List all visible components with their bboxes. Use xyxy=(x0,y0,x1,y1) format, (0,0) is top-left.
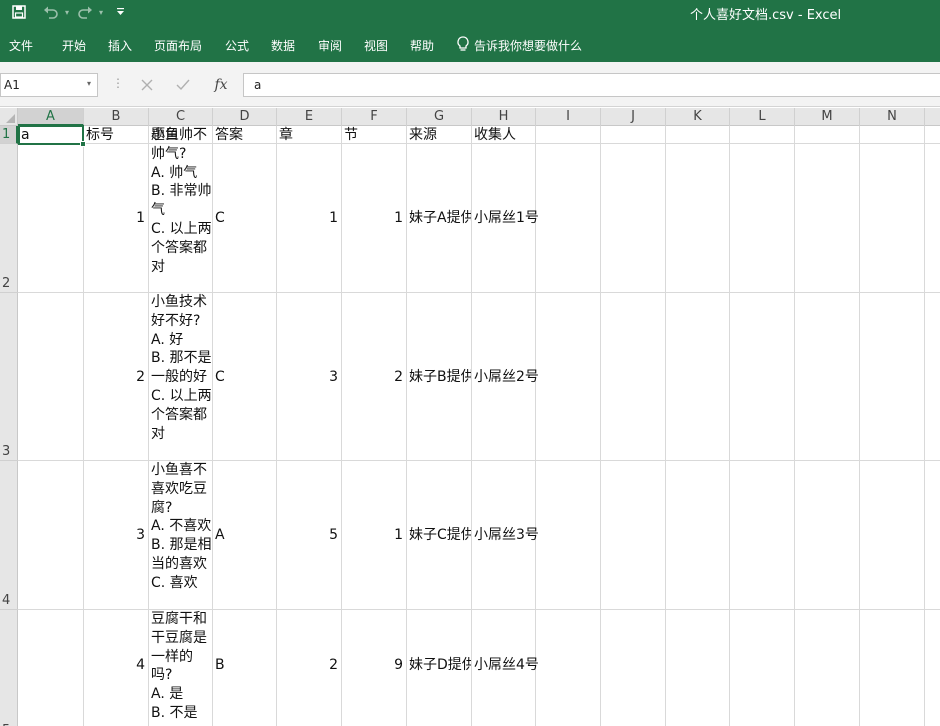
column-header-j[interactable]: J xyxy=(601,108,666,126)
cell-c3[interactable]: 小鱼技术好不好? A. 好 B. 那不是一般的好 C. 以上两个答案都对 xyxy=(148,293,212,460)
cell-grid[interactable]: a 标号 题目 答案 章 节 来源 收集人 1 小鱼帅不帅气? A. 帅气 B. 非… xyxy=(18,126,940,726)
column-header-a[interactable]: A xyxy=(18,108,84,126)
cell-d3[interactable]: C xyxy=(212,368,276,388)
cell-d5[interactable]: B xyxy=(212,656,276,676)
tab-view[interactable]: 视图 xyxy=(364,37,388,54)
cell-g2[interactable]: 妹子A提供 xyxy=(406,209,471,229)
tell-me-search[interactable]: 告诉我你想要做什么 xyxy=(474,37,582,54)
tab-file[interactable]: 文件 xyxy=(9,37,33,54)
tab-help[interactable]: 帮助 xyxy=(410,37,434,54)
tab-home[interactable]: 开始 xyxy=(62,37,86,54)
cell-g1[interactable]: 来源 xyxy=(406,126,471,143)
cell-f4[interactable]: 1 xyxy=(341,526,406,546)
cell-e4[interactable]: 5 xyxy=(276,526,341,546)
formula-input[interactable]: a xyxy=(243,73,940,97)
cancel-icon[interactable] xyxy=(136,74,158,96)
check-icon[interactable] xyxy=(172,74,194,96)
cell-e5[interactable]: 2 xyxy=(276,656,341,676)
cell-h1[interactable]: 收集人 xyxy=(471,126,535,143)
lightbulb-icon[interactable] xyxy=(456,36,470,52)
column-header-l[interactable]: L xyxy=(730,108,795,126)
save-icon[interactable] xyxy=(10,3,28,21)
cell-d4[interactable]: A xyxy=(212,526,276,546)
cell-f5[interactable]: 9 xyxy=(341,656,406,676)
row-header-4[interactable]: 4 xyxy=(0,461,18,610)
column-header-d[interactable]: D xyxy=(213,108,277,126)
column-header-g[interactable]: G xyxy=(407,108,472,126)
tab-insert[interactable]: 插入 xyxy=(108,37,132,54)
row-header-1[interactable]: 1 xyxy=(0,126,18,144)
redo-dropdown-icon[interactable]: ▾ xyxy=(96,3,106,21)
column-header-c[interactable]: C xyxy=(149,108,213,126)
name-box[interactable]: A1 xyxy=(0,73,98,97)
undo-dropdown-icon[interactable]: ▾ xyxy=(62,3,72,21)
cell-h3[interactable]: 小屌丝2号 xyxy=(471,368,571,388)
cell-h4[interactable]: 小屌丝3号 xyxy=(471,526,571,546)
cell-e3[interactable]: 3 xyxy=(276,368,341,388)
cell-b1[interactable]: 标号 xyxy=(83,126,148,143)
cell-g5[interactable]: 妹子D提供 xyxy=(406,656,471,676)
cell-f3[interactable]: 2 xyxy=(341,368,406,388)
column-header-e[interactable]: E xyxy=(277,108,342,126)
undo-icon[interactable] xyxy=(42,3,60,21)
cell-b3[interactable]: 2 xyxy=(83,368,148,388)
redo-icon[interactable] xyxy=(76,3,94,21)
cell-g3[interactable]: 妹子B提供 xyxy=(406,368,471,388)
column-headers: A B C D E F G H I J K L M N xyxy=(18,108,940,126)
row-headers: 1 2 3 4 5 xyxy=(0,126,18,726)
cell-h2[interactable]: 小屌丝1号 xyxy=(471,209,571,229)
customize-qat-icon[interactable] xyxy=(114,3,126,21)
tab-data[interactable]: 数据 xyxy=(271,37,295,54)
window-title: 个人喜好文档.csv - Excel xyxy=(690,8,842,23)
column-header-m[interactable]: M xyxy=(795,108,860,126)
column-header-k[interactable]: K xyxy=(666,108,730,126)
select-all-button[interactable] xyxy=(0,108,18,126)
cell-f1[interactable]: 节 xyxy=(341,126,406,143)
row-header-5[interactable]: 5 xyxy=(0,610,18,726)
worksheet: A B C D E F G H I J K L M N 1 2 3 4 5 xyxy=(0,108,940,726)
column-header-f[interactable]: F xyxy=(342,108,407,126)
cell-g4[interactable]: 妹子C提供 xyxy=(406,526,471,546)
ribbon-tabs: 文件 开始 插入 页面布局 公式 数据 审阅 视图 帮助 告诉我你想要做什么 xyxy=(0,24,940,62)
name-box-dropdown-icon[interactable]: ▾ xyxy=(87,79,95,89)
column-header-h[interactable]: H xyxy=(472,108,536,126)
insert-function-icon[interactable]: fx xyxy=(210,74,232,96)
cell-b2[interactable]: 1 xyxy=(83,209,148,229)
tab-formulas[interactable]: 公式 xyxy=(225,37,249,54)
column-header-b[interactable]: B xyxy=(84,108,149,126)
cell-e1[interactable]: 章 xyxy=(276,126,341,143)
tab-page-layout[interactable]: 页面布局 xyxy=(154,37,202,54)
fill-handle[interactable] xyxy=(80,141,86,147)
cell-c2[interactable]: 小鱼帅不帅气? A. 帅气 B. 非常帅气 C. 以上两个答案都对 xyxy=(148,126,212,292)
column-header-n[interactable]: N xyxy=(860,108,925,126)
cell-h5[interactable]: 小屌丝4号 xyxy=(471,656,571,676)
title-bar: ▾ ▾ 个人喜好文档.csv - Excel xyxy=(0,0,940,24)
cell-c5[interactable]: 豆腐干和干豆腐是一样的吗? A. 是 B. 不是 xyxy=(148,610,212,726)
row-header-3[interactable]: 3 xyxy=(0,293,18,461)
formula-bar-area: A1 ▾ ⋮ fx a xyxy=(0,62,940,107)
column-header-i[interactable]: I xyxy=(536,108,601,126)
cell-b5[interactable]: 4 xyxy=(83,656,148,676)
cell-b4[interactable]: 3 xyxy=(83,526,148,546)
cell-d1[interactable]: 答案 xyxy=(212,126,276,143)
cell-c4[interactable]: 小鱼喜不喜欢吃豆腐? A. 不喜欢 B. 那是相当的喜欢 C. 喜欢 xyxy=(148,461,212,609)
formula-bar-grip-icon: ⋮ xyxy=(112,76,124,90)
cell-d2[interactable]: C xyxy=(212,209,276,229)
active-cell-border xyxy=(18,125,84,145)
row-header-2[interactable]: 2 xyxy=(0,144,18,293)
cell-e2[interactable]: 1 xyxy=(276,209,341,229)
cell-f2[interactable]: 1 xyxy=(341,209,406,229)
tab-review[interactable]: 审阅 xyxy=(318,37,342,54)
select-all-triangle-icon xyxy=(6,114,15,123)
